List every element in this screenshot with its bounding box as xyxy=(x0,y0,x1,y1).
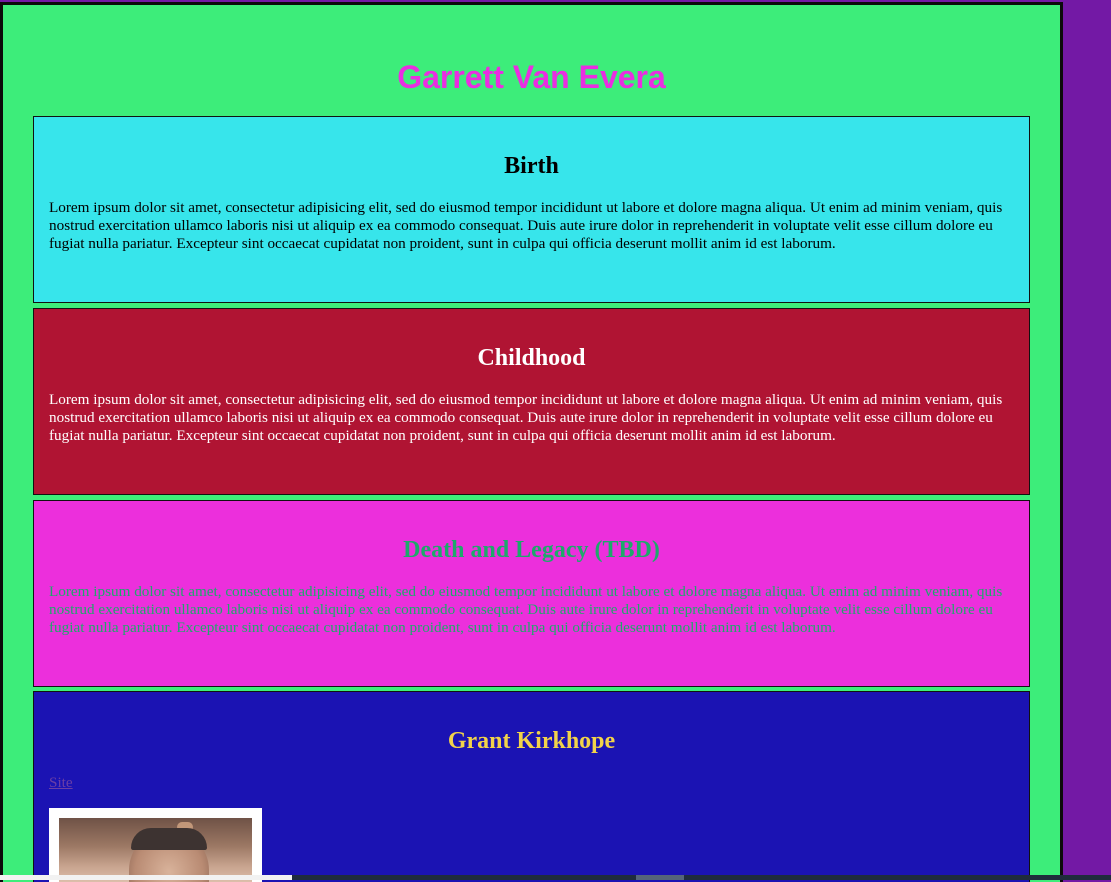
death-legacy-text: Lorem ipsum dolor sit amet, consectetur … xyxy=(49,583,1003,636)
photo-hair xyxy=(131,828,207,850)
scrollbar-track xyxy=(0,875,292,880)
birth-section: Birth Lorem ipsum dolor sit amet, consec… xyxy=(33,116,1030,303)
childhood-heading: Childhood xyxy=(477,345,586,371)
portrait-photo-frame xyxy=(49,808,262,882)
childhood-section: Childhood Lorem ipsum dolor sit amet, co… xyxy=(33,308,1030,495)
horizontal-scrollbar[interactable] xyxy=(0,875,1111,880)
scrollbar-thumb[interactable] xyxy=(636,875,684,880)
portrait-photo xyxy=(59,818,252,882)
page-title: Garrett Van Evera xyxy=(397,59,666,95)
site-link[interactable]: Site xyxy=(49,774,73,792)
death-legacy-heading: Death and Legacy (TBD) xyxy=(403,537,660,563)
birth-heading: Birth xyxy=(504,153,559,179)
birth-text: Lorem ipsum dolor sit amet, consectetur … xyxy=(49,199,1003,252)
page-container: Garrett Van Evera Birth Lorem ipsum dolo… xyxy=(0,2,1063,882)
grant-kirkhope-section: Grant Kirkhope Site xyxy=(33,691,1030,882)
grant-kirkhope-heading: Grant Kirkhope xyxy=(447,728,616,754)
death-legacy-section: Death and Legacy (TBD) Lorem ipsum dolor… xyxy=(33,500,1030,687)
childhood-text: Lorem ipsum dolor sit amet, consectetur … xyxy=(49,391,1003,444)
